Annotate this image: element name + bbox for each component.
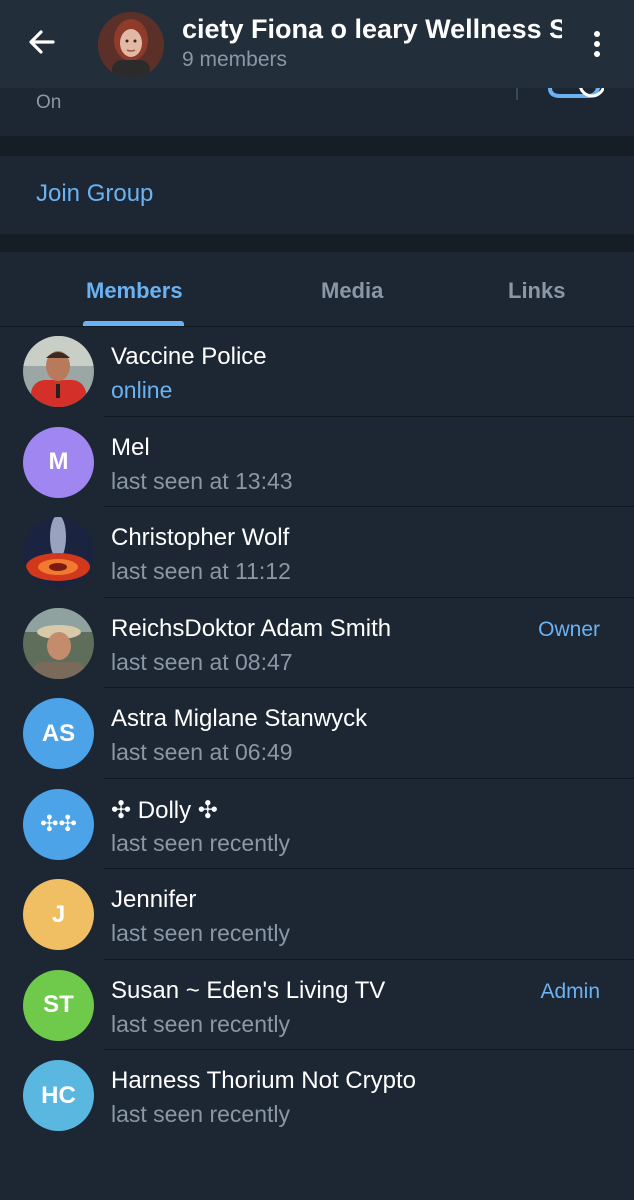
member-count: 9 members (182, 48, 288, 71)
avatar-initials: M (48, 448, 69, 475)
member-row[interactable]: Christopher Wolf last seen at 11:12 (0, 507, 634, 598)
member-name: ReichsDoktor Adam Smith (111, 614, 392, 642)
section-gap (0, 136, 634, 156)
member-status: last seen at 06:49 (111, 739, 293, 765)
tab-members[interactable]: Members (86, 278, 183, 304)
member-avatar (23, 517, 94, 588)
tab-links[interactable]: Links (508, 278, 565, 304)
owner-badge: Owner (538, 617, 600, 641)
member-name: Susan ~ Eden's Living TV (111, 976, 386, 1004)
group-avatar[interactable] (98, 12, 164, 78)
member-row[interactable]: AS Astra Miglane Stanwyck last seen at 0… (0, 688, 634, 779)
member-status: last seen recently (111, 1010, 290, 1037)
member-avatar: M (23, 426, 94, 498)
row-divider (516, 88, 518, 100)
member-name: ✣ Dolly ✣ (111, 796, 218, 824)
group-title[interactable]: ciety Fiona o leary Wellness Society (182, 12, 562, 52)
member-status: last seen at 08:47 (111, 648, 293, 675)
avatar-initials: J (51, 900, 66, 928)
section-gap (0, 234, 634, 252)
member-row[interactable]: ReichsDoktor Adam Smith last seen at 08:… (0, 598, 634, 688)
avatar-initials: HC (41, 1081, 76, 1109)
group-title-text: ciety Fiona o leary Wellness Society (182, 14, 562, 44)
member-status: online (111, 377, 173, 403)
member-avatar: HC (23, 1060, 94, 1131)
join-group-button[interactable]: Join Group (36, 180, 153, 208)
chat-header: ciety Fiona o leary Wellness Society 9 m… (0, 0, 634, 88)
member-name: Vaccine Police (111, 343, 267, 370)
member-status: last seen at 13:43 (111, 467, 293, 494)
avatar-initials: AS (41, 719, 76, 747)
member-avatar: ✣✣ (23, 788, 94, 860)
member-avatar: J (23, 879, 94, 950)
notifications-value: On (36, 92, 62, 113)
member-list: Vaccine Police online M Mel last seen at… (0, 326, 634, 1141)
member-name: Harness Thorium Not Crypto (111, 1067, 416, 1094)
avatar-initials: ST (43, 991, 74, 1018)
tab-media[interactable]: Media (321, 278, 383, 304)
member-avatar: AS (23, 698, 94, 769)
member-row[interactable]: Vaccine Police online (0, 326, 634, 417)
member-row[interactable]: J Jennifer last seen recently (0, 869, 634, 960)
back-arrow-icon[interactable] (26, 26, 58, 58)
member-status: last seen recently (111, 829, 290, 856)
member-status: last seen recently (111, 920, 290, 946)
avatar-initials: ✣✣ (40, 811, 77, 836)
member-name: Christopher Wolf (111, 524, 290, 551)
member-name: Mel (111, 433, 150, 461)
notifications-row[interactable]: On (0, 88, 634, 136)
member-row[interactable]: HC Harness Thorium Not Crypto last seen … (0, 1050, 634, 1141)
member-row[interactable]: M Mel last seen at 13:43 (0, 417, 634, 507)
member-status: last seen at 11:12 (111, 558, 291, 584)
member-avatar: ST (23, 969, 94, 1041)
tab-bar: Members Media Links (0, 252, 634, 327)
admin-badge: Admin (540, 979, 600, 1003)
notifications-toggle[interactable] (548, 88, 604, 100)
member-status: last seen recently (111, 1101, 290, 1127)
member-avatar (23, 607, 94, 679)
member-avatar (23, 336, 94, 407)
member-row[interactable]: ✣✣ ✣ Dolly ✣ last seen recently (0, 779, 634, 869)
more-vertical-icon[interactable] (586, 28, 608, 60)
member-name: Astra Miglane Stanwyck (111, 705, 368, 732)
join-group-row[interactable]: Join Group (0, 156, 634, 234)
member-row[interactable]: ST Susan ~ Eden's Living TV last seen re… (0, 960, 634, 1050)
member-name: Jennifer (111, 886, 197, 913)
